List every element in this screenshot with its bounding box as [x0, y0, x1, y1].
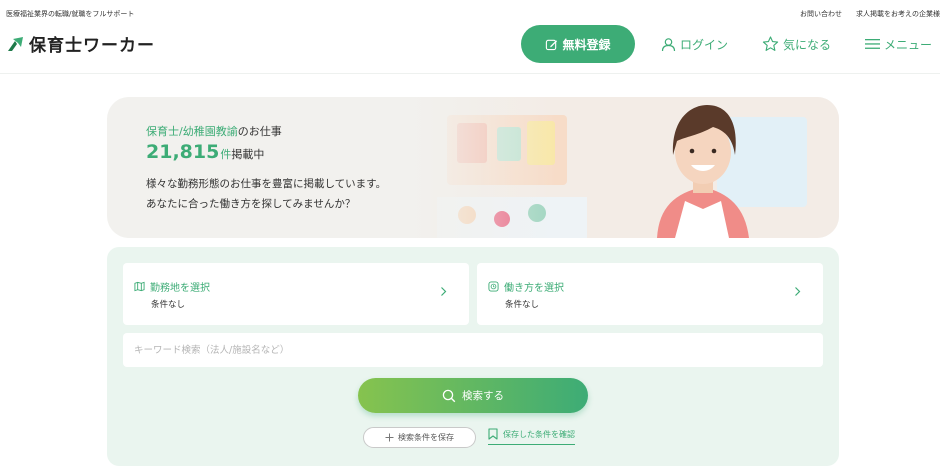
plus-icon — [385, 433, 394, 442]
menu-button[interactable]: メニュー — [864, 36, 932, 53]
register-label: 無料登録 — [562, 37, 611, 52]
search-icon — [442, 389, 456, 402]
location-select-value: 条件なし — [151, 300, 186, 310]
saved-conditions-link[interactable]: 保存した条件を確認 — [488, 428, 575, 445]
login-label: ログイン — [679, 37, 728, 52]
menu-label: メニュー — [883, 37, 932, 52]
employer-link[interactable]: 求人掲載をお考えの企業様 — [856, 9, 940, 19]
contact-link[interactable]: お問い合わせ — [800, 9, 842, 19]
workstyle-select-label: 働き方を選択 — [504, 283, 564, 294]
job-count-unit: 件 — [220, 148, 232, 161]
favorite-label: 気になる — [782, 37, 831, 52]
logo[interactable]: 保育士ワーカー — [6, 31, 155, 56]
chevron-right-icon — [441, 287, 447, 296]
register-button[interactable]: 無料登録 — [520, 25, 635, 63]
favorite-link[interactable]: 気になる — [762, 36, 831, 53]
main-nav: 無料登録 ログイン 気になる メニュー — [520, 25, 932, 63]
save-conditions-button[interactable]: 検索条件を保存 — [363, 427, 476, 448]
workstyle-select-title: 働き方を選択 — [488, 279, 564, 294]
saved-conditions-label: 保存した条件を確認 — [503, 429, 575, 439]
map-icon — [134, 281, 145, 292]
workstyle-select[interactable]: 働き方を選択 条件なし — [477, 263, 823, 325]
user-icon — [661, 37, 676, 51]
bookmark-icon — [488, 428, 498, 440]
header-divider — [0, 73, 940, 74]
utility-links: お問い合わせ 求人掲載をお考えの企業様 — [800, 9, 940, 19]
hamburger-icon — [864, 39, 880, 49]
search-panel: 勤務地を選択 条件なし 働き方を選択 条件なし キーワード検索（法人/施設名など… — [107, 247, 839, 466]
location-select[interactable]: 勤務地を選択 条件なし — [123, 263, 469, 325]
logo-mark-icon — [8, 36, 23, 51]
job-count: 21,815 件 掲載中 — [146, 141, 264, 163]
location-select-title: 勤務地を選択 — [134, 279, 210, 294]
save-conditions-label: 検索条件を保存 — [398, 433, 454, 442]
job-count-suffix: 掲載中 — [231, 148, 265, 161]
hero-description-line2: あなたに合った働き方を探してみませんか？ — [146, 198, 356, 210]
hero-banner: 保育士/幼稚園教諭のお仕事 21,815 件 掲載中 様々な勤務形態のお仕事を豊… — [107, 97, 839, 238]
logo-text: 保育士ワーカー — [29, 36, 155, 56]
chevron-right-icon — [795, 287, 801, 296]
search-button-label: 検索する — [462, 390, 504, 402]
star-icon — [762, 36, 779, 51]
hero-description-line1: 様々な勤務形態のお仕事を豊富に掲載しています。 — [146, 178, 387, 190]
hero-subtitle-suffix: のお仕事 — [237, 125, 282, 138]
page: 医療福祉業界の転職/就職をフルサポート お問い合わせ 求人掲載をお考えの企業様 … — [0, 0, 940, 466]
hero-subtitle-accent: 保育士/幼稚園教諭 — [146, 125, 238, 138]
edit-icon — [546, 39, 558, 50]
workstyle-select-value: 条件なし — [505, 300, 540, 310]
job-count-number: 21,815 — [146, 141, 220, 163]
hero-photo-fade — [407, 97, 557, 238]
login-link[interactable]: ログイン — [661, 36, 728, 53]
hero-subtitle: 保育士/幼稚園教諭のお仕事 — [146, 123, 282, 139]
site-tagline: 医療福祉業界の転職/就職をフルサポート — [6, 10, 135, 18]
clock-icon — [488, 281, 499, 292]
hero-description: 様々な勤務形態のお仕事を豊富に掲載しています。 あなたに合った働き方を探してみま… — [146, 174, 386, 214]
location-select-label: 勤務地を選択 — [150, 283, 210, 294]
search-button[interactable]: 検索する — [358, 378, 588, 413]
keyword-search-input[interactable] — [123, 333, 823, 367]
